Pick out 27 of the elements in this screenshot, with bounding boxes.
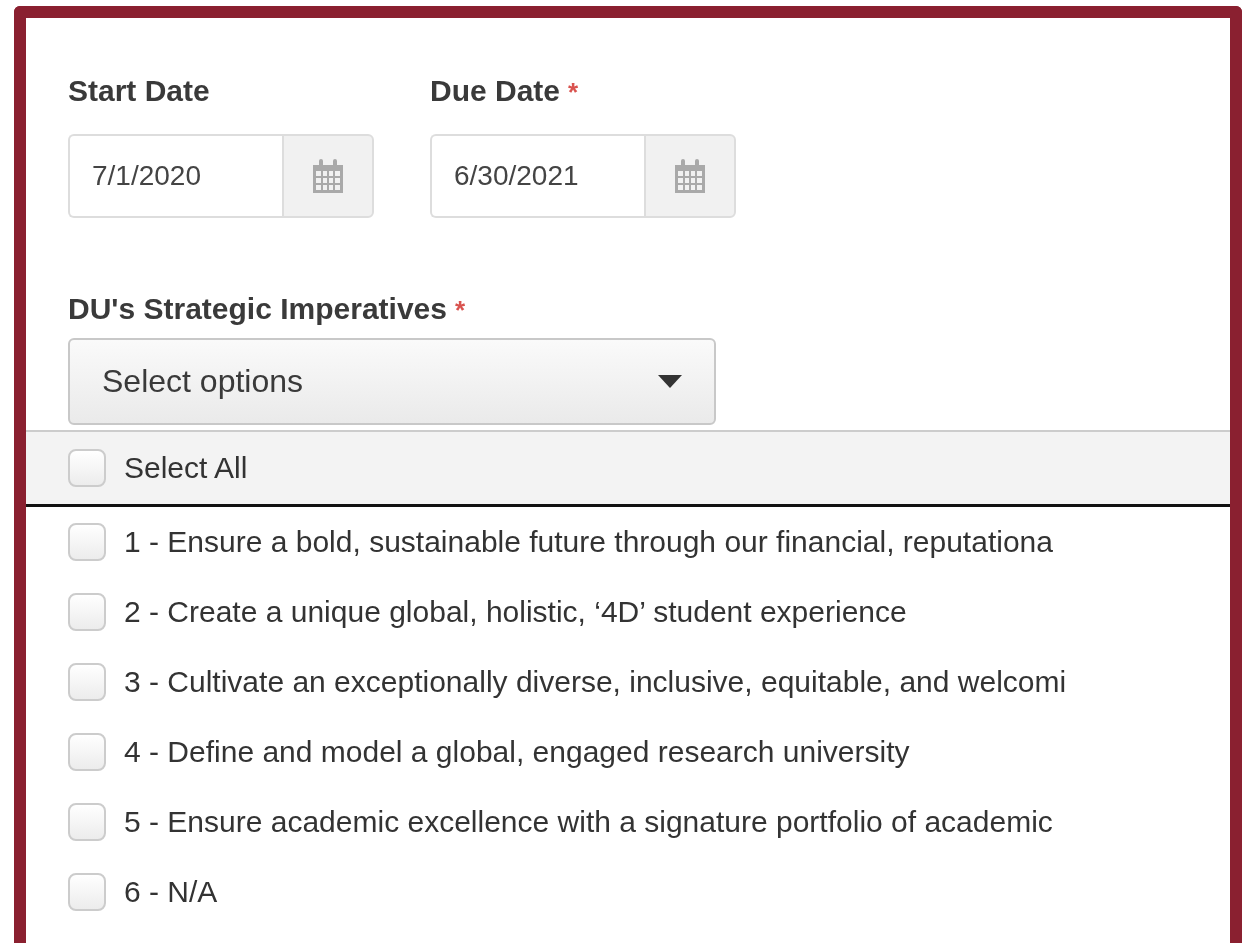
- checkbox[interactable]: [68, 663, 106, 701]
- field-label: Due Date: [430, 74, 561, 108]
- calendar-button[interactable]: [282, 134, 374, 218]
- option-label[interactable]: 4 - Define and model a global, engaged research university: [124, 735, 910, 769]
- required-mark: *: [454, 295, 466, 326]
- checkbox[interactable]: [68, 523, 106, 561]
- caret-icon: [658, 375, 682, 388]
- field-label: Start Date: [68, 74, 210, 108]
- field-label: DU's Strategic Imperatives: [68, 292, 447, 326]
- date-field[interactable]: 6/30/2021: [430, 134, 644, 218]
- option-label[interactable]: Select All: [124, 451, 248, 485]
- option-label[interactable]: 5 - Ensure academic excellence with a signature portfolio of academic: [124, 805, 1053, 839]
- checkbox[interactable]: [68, 873, 106, 911]
- option-label[interactable]: 6 - N/A: [124, 875, 218, 909]
- checkbox[interactable]: [68, 733, 106, 771]
- date-field[interactable]: 7/1/2020: [68, 134, 282, 218]
- calendar-icon: [675, 159, 705, 193]
- option-label[interactable]: 2 - Create a unique global, holistic, ‘4D’ student experience: [124, 595, 907, 629]
- checkbox[interactable]: [68, 593, 106, 631]
- calendar-icon: [313, 159, 343, 193]
- option-label[interactable]: 1 - Ensure a bold, sustainable future through our financial, reputationa: [124, 525, 1053, 559]
- checkbox[interactable]: [68, 803, 106, 841]
- required-mark: *: [568, 77, 579, 108]
- multi-select-dropdown[interactable]: Select options: [68, 338, 716, 425]
- calendar-button[interactable]: [644, 134, 736, 218]
- checkbox[interactable]: [68, 449, 106, 487]
- option-label[interactable]: 3 - Cultivate an exceptionally diverse, inclusive, equitable, and welcomi: [124, 665, 1067, 699]
